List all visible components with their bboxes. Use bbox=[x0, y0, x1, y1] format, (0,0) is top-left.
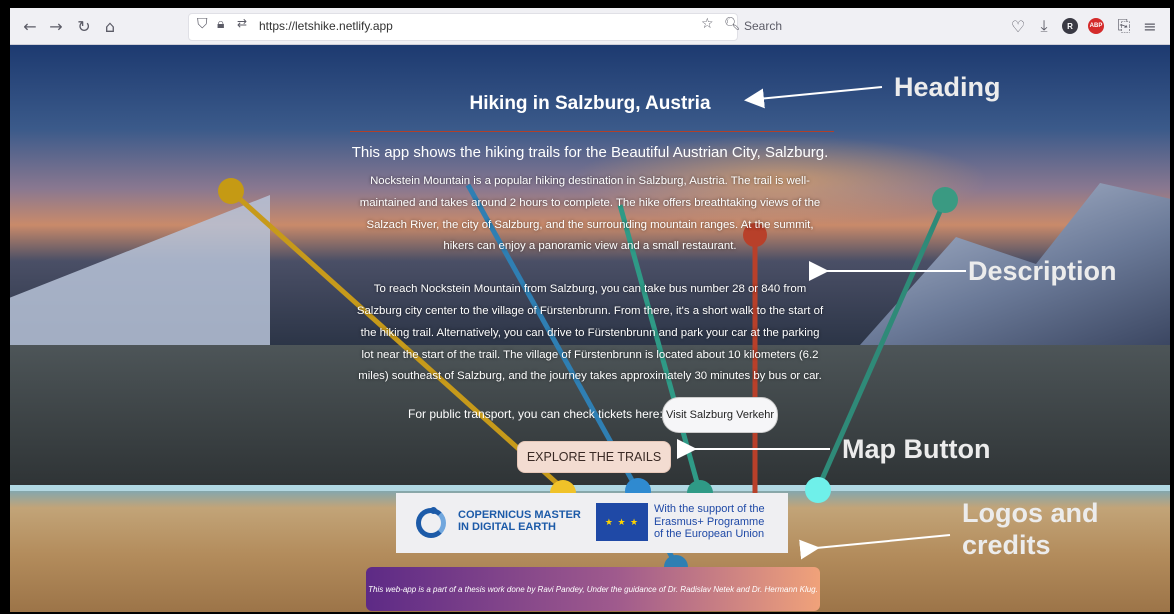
browser-window: ← → ↻ ⌂ ⛉ 🔒︎ ⇄ https://letshike.netlify.… bbox=[10, 8, 1170, 612]
download-icon[interactable]: ⤓ bbox=[1032, 14, 1056, 38]
home-icon[interactable]: ⌂ bbox=[98, 14, 122, 38]
search-icon: 🔍︎ bbox=[724, 17, 741, 32]
shield-icon[interactable]: ⛉ bbox=[197, 16, 208, 32]
reload-icon[interactable]: ↻ bbox=[72, 14, 96, 38]
arrow-logos bbox=[799, 534, 951, 560]
annotation-map-button: Map Button bbox=[842, 434, 991, 464]
adblock-icon[interactable]: ABP bbox=[1088, 18, 1104, 34]
annotation-description: Description bbox=[968, 256, 1117, 286]
lock-icon[interactable]: 🔒︎ bbox=[217, 16, 224, 32]
url-text[interactable]: https://letshike.netlify.app bbox=[259, 19, 393, 33]
forward-icon[interactable]: → bbox=[44, 14, 68, 38]
permissions-icon[interactable]: ⇄ bbox=[237, 16, 247, 30]
annotation-logos: Logos and credits bbox=[962, 498, 1099, 560]
account-icon[interactable]: R bbox=[1062, 18, 1078, 34]
search-bar[interactable]: 🔍︎ Search bbox=[718, 13, 978, 39]
browser-toolbar: ← → ↻ ⌂ ⛉ 🔒︎ ⇄ https://letshike.netlify.… bbox=[10, 8, 1170, 45]
annotation-heading: Heading bbox=[894, 72, 1001, 102]
url-bar[interactable]: ⛉ 🔒︎ ⇄ https://letshike.netlify.app ☆ bbox=[188, 13, 738, 41]
pocket-icon[interactable]: ♡ bbox=[1006, 14, 1030, 38]
search-placeholder[interactable]: Search bbox=[744, 19, 782, 33]
star-icon[interactable]: ☆ bbox=[701, 16, 714, 32]
web-page: Hiking in Salzburg, Austria This app sho… bbox=[10, 45, 1170, 612]
extensions-icon[interactable]: ⎘ bbox=[1112, 14, 1136, 38]
back-icon[interactable]: ← bbox=[18, 14, 42, 38]
arrow-heading bbox=[744, 86, 883, 109]
menu-icon[interactable]: ≡ bbox=[1138, 14, 1162, 38]
